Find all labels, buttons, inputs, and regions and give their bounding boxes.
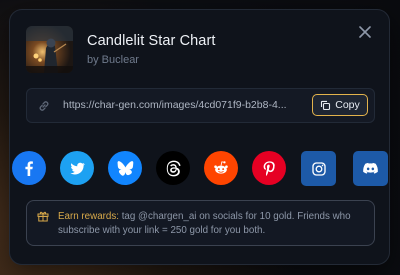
share-bluesky-button[interactable] xyxy=(108,151,142,185)
share-twitter-button[interactable] xyxy=(60,151,94,185)
close-icon xyxy=(359,26,371,38)
close-button[interactable] xyxy=(357,24,373,40)
gift-icon xyxy=(37,211,49,222)
instagram-icon xyxy=(311,161,326,176)
copy-icon xyxy=(321,100,331,110)
author-byline: by Buclear xyxy=(87,54,139,66)
share-dialog: Candlelit Star Chart by Buclear https://… xyxy=(9,9,390,265)
pinterest-icon xyxy=(263,160,275,176)
share-facebook-button[interactable] xyxy=(12,151,46,185)
share-pinterest-button[interactable] xyxy=(252,151,286,185)
copy-label: Copy xyxy=(335,99,360,111)
threads-icon xyxy=(166,160,181,176)
share-discord-button[interactable] xyxy=(353,151,388,186)
rewards-notice: Earn rewards: tag @chargen_ai on socials… xyxy=(26,200,375,246)
twitter-icon xyxy=(69,162,85,174)
rewards-title: Earn rewards: xyxy=(58,211,119,222)
discord-icon xyxy=(363,162,378,174)
rewards-text: Earn rewards: tag @chargen_ai on socials… xyxy=(58,210,364,238)
butterfly-icon xyxy=(117,160,133,176)
image-thumbnail xyxy=(26,26,73,73)
share-url: https://char-gen.com/images/4cd071f9-b2b… xyxy=(63,99,287,111)
link-icon xyxy=(39,101,49,111)
share-reddit-button[interactable] xyxy=(204,151,238,185)
share-instagram-button[interactable] xyxy=(301,151,336,186)
dialog-title: Candlelit Star Chart xyxy=(87,33,216,49)
facebook-icon xyxy=(25,161,33,176)
share-threads-button[interactable] xyxy=(156,151,190,185)
share-link-field[interactable]: https://char-gen.com/images/4cd071f9-b2b… xyxy=(26,88,375,123)
reddit-icon xyxy=(214,161,228,174)
copy-button[interactable]: Copy xyxy=(312,94,368,116)
